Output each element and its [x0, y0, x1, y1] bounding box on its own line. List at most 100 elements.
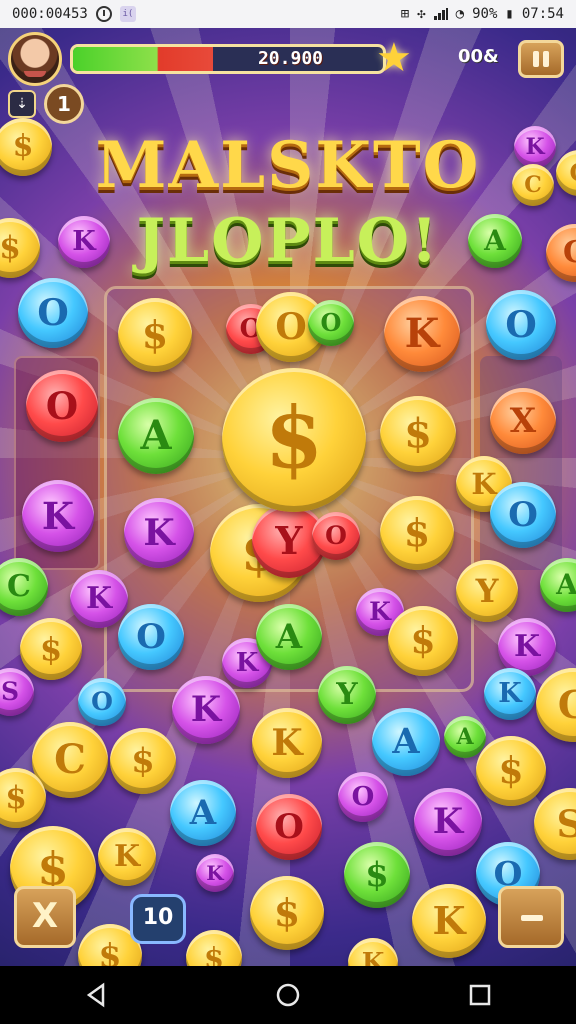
coin-glyph: A — [189, 793, 217, 833]
purple-coin[interactable]: K — [22, 480, 94, 552]
red-coin[interactable]: O — [256, 794, 322, 860]
coin-glyph: A — [556, 568, 576, 601]
blue-coin[interactable]: O — [78, 678, 126, 726]
green-coin[interactable]: A — [256, 604, 322, 670]
coin-glyph: $ — [273, 890, 301, 935]
coin-glyph: $ — [131, 741, 155, 781]
clock: 07:54 — [521, 6, 564, 22]
orange-coin[interactable]: X — [490, 388, 556, 454]
battery-icon: ▮ — [505, 6, 514, 22]
gold-coin[interactable]: K — [412, 884, 486, 958]
gold-coin[interactable]: $ — [0, 768, 46, 828]
gold-coin[interactable]: C — [536, 668, 576, 742]
coin-glyph: K — [361, 948, 385, 966]
game-canvas[interactable]: $$KOOKCK$SOC$$K$$OOOKA$K$$YOOKAK$KYK$AAA… — [0, 28, 576, 966]
purple-coin[interactable]: K — [172, 676, 240, 744]
battery-text: 90% — [472, 6, 498, 22]
coin-glyph: O — [274, 807, 304, 847]
coin-glyph: A — [140, 412, 172, 459]
coin-glyph: A — [275, 617, 303, 657]
pause-button[interactable] — [518, 40, 564, 78]
coin-glyph: O — [505, 304, 537, 346]
coin-glyph: S — [556, 802, 576, 846]
blue-coin[interactable]: O — [486, 290, 556, 360]
back-icon — [86, 982, 105, 1008]
orange-coin[interactable]: K — [384, 296, 460, 372]
gold-coin[interactable]: $ — [380, 396, 456, 472]
coin-glyph: $ — [203, 941, 225, 966]
dollar-glyph: $ — [264, 388, 324, 487]
green-coin[interactable]: A — [118, 398, 194, 474]
coin-glyph: K — [271, 722, 303, 764]
purple-coin[interactable]: S — [0, 668, 34, 716]
red-coin[interactable]: O — [312, 512, 360, 560]
blue-coin[interactable]: O — [490, 482, 556, 548]
coin-glyph: $ — [5, 780, 27, 816]
blue-coin[interactable]: O — [18, 278, 88, 348]
recents-button[interactable] — [460, 975, 500, 1015]
coin-glyph: $ — [141, 312, 169, 357]
home-button[interactable] — [268, 975, 308, 1015]
green-coin[interactable]: $ — [344, 842, 410, 908]
gold-coin[interactable]: K — [98, 828, 156, 886]
blue-coin[interactable]: A — [170, 780, 236, 846]
gold-coin[interactable]: $ — [118, 298, 192, 372]
status-bar: 000:00453 i( ⊞ ✣ ◔ 90% ▮ 07:54 — [0, 0, 576, 28]
coin-glyph: K — [41, 494, 75, 538]
signal-icon — [433, 8, 448, 20]
progress-fill — [73, 47, 213, 71]
status-right: ⊞ ✣ ◔ 90% ▮ 07:54 — [401, 6, 564, 22]
android-nav-bar — [0, 966, 576, 1024]
score-text: 20.900 — [257, 48, 323, 69]
purple-coin[interactable]: K — [414, 788, 482, 856]
green-coin[interactable]: C — [0, 558, 48, 616]
coin-glyph: $ — [403, 510, 431, 555]
blue-coin[interactable]: O — [118, 604, 184, 670]
gold-coin[interactable]: $ — [380, 496, 454, 570]
gold-coin[interactable]: Y — [456, 560, 518, 622]
coin-glyph: O — [325, 521, 347, 550]
back-button[interactable] — [76, 975, 116, 1015]
gold-coin[interactable]: $ — [388, 606, 458, 676]
coin-glyph: Y — [336, 677, 358, 712]
coin-glyph: K — [143, 512, 175, 554]
coin-glyph: O — [351, 782, 375, 812]
coin-glyph: $ — [404, 410, 432, 457]
jackpot-coin[interactable]: $ — [222, 368, 366, 512]
status-left: 000:00453 i( — [12, 6, 136, 22]
coin-glyph: Y — [475, 572, 499, 610]
minus-button[interactable] — [498, 886, 564, 948]
green-coin[interactable]: Y — [318, 666, 376, 724]
coin-glyph: O — [91, 687, 113, 716]
notification-icon: ⊞ — [400, 6, 410, 22]
gold-coin[interactable]: K — [348, 938, 398, 966]
coin-glyph: O — [37, 292, 69, 334]
coin-glyph: $ — [365, 855, 389, 895]
gold-coin[interactable]: S — [534, 788, 576, 860]
coin-glyph: S — [0, 677, 20, 706]
vibrate-icon: ✣ — [417, 6, 426, 22]
game-title-line2: JLOPLO! — [136, 206, 440, 276]
status-left-text: 000:00453 — [12, 6, 88, 22]
green-coin[interactable]: A — [540, 558, 576, 612]
coin-glyph: K — [432, 898, 466, 943]
purple-coin[interactable]: K — [196, 854, 234, 892]
blue-coin[interactable]: K — [484, 668, 536, 720]
player-avatar[interactable] — [8, 32, 62, 86]
coin-glyph: A — [392, 721, 420, 762]
gold-coin[interactable]: $ — [110, 728, 176, 794]
coin-counter: 00& — [458, 46, 499, 67]
coin-glyph: K — [190, 689, 222, 730]
red-coin[interactable]: O — [26, 370, 98, 442]
blue-coin[interactable]: A — [372, 708, 440, 776]
sound-icon[interactable]: ⇣ — [8, 90, 36, 118]
coin-glyph: K — [206, 861, 224, 885]
green-coin[interactable]: O — [308, 300, 354, 346]
purple-coin[interactable]: O — [338, 772, 388, 822]
purple-coin[interactable]: K — [124, 498, 194, 568]
gold-coin[interactable]: $ — [186, 930, 242, 966]
coin-glyph: C — [7, 569, 31, 604]
gold-coin[interactable]: $ — [250, 876, 324, 950]
close-button[interactable]: X — [14, 886, 76, 948]
gold-coin[interactable]: K — [252, 708, 322, 778]
